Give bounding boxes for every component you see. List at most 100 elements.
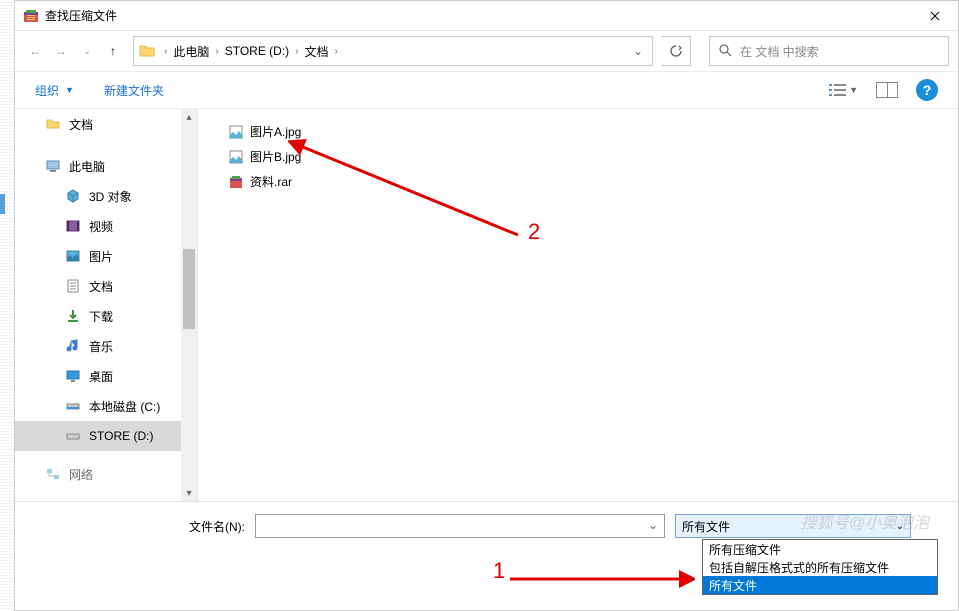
sidebar-item-documents[interactable]: 文档 bbox=[15, 271, 197, 301]
scroll-thumb[interactable] bbox=[183, 249, 195, 329]
sidebar-label: 文档 bbox=[69, 116, 93, 133]
sidebar-item-this-pc[interactable]: 此电脑 bbox=[15, 151, 197, 181]
refresh-button[interactable] bbox=[661, 36, 691, 66]
filetype-selected: 所有文件 bbox=[682, 518, 730, 535]
chevron-down-icon: ▼ bbox=[849, 85, 858, 95]
filetype-dropdown[interactable]: 所有压缩文件 包括自解压格式式的所有压缩文件 所有文件 bbox=[702, 539, 938, 595]
annotation-label-2: 2 bbox=[528, 219, 540, 245]
filetype-option-all[interactable]: 所有文件 bbox=[703, 576, 937, 594]
sidebar-item-pictures[interactable]: 图片 bbox=[15, 241, 197, 271]
sidebar-item-documents-quick[interactable]: 文档 bbox=[15, 109, 197, 139]
sidebar-item-network[interactable]: 网络 bbox=[15, 459, 197, 489]
sidebar-item-3d-objects[interactable]: 3D 对象 bbox=[15, 181, 197, 211]
nav-bar: ← → ⌄ ↑ › 此电脑 › STORE (D:) › 文档 › ⌄ 在 文档… bbox=[15, 31, 958, 71]
sidebar-item-videos[interactable]: 视频 bbox=[15, 211, 197, 241]
preview-pane-button[interactable] bbox=[876, 82, 898, 98]
image-icon bbox=[228, 149, 244, 165]
file-name: 图片B.jpg bbox=[250, 148, 301, 165]
sidebar-label: STORE (D:) bbox=[89, 429, 153, 443]
sidebar-scrollbar[interactable]: ▴ ▾ bbox=[181, 109, 197, 501]
organize-menu[interactable]: 组织 bbox=[35, 82, 59, 99]
up-button[interactable]: ↑ bbox=[101, 39, 125, 63]
sidebar-item-music[interactable]: 音乐 bbox=[15, 331, 197, 361]
annotation-label-1: 1 bbox=[493, 558, 505, 584]
doc-icon bbox=[65, 278, 81, 294]
cube-icon bbox=[65, 188, 81, 204]
forward-button[interactable]: → bbox=[49, 39, 73, 63]
sidebar-label: 桌面 bbox=[89, 368, 113, 385]
recent-dropdown[interactable]: ⌄ bbox=[75, 39, 99, 63]
music-icon bbox=[65, 338, 81, 354]
organize-chevron-icon: ▼ bbox=[65, 85, 74, 95]
sidebar-label: 音乐 bbox=[89, 338, 113, 355]
file-item-jpg-a[interactable]: 图片A.jpg bbox=[228, 119, 928, 144]
close-icon bbox=[930, 11, 940, 21]
sidebar-item-drive-d[interactable]: STORE (D:) bbox=[15, 421, 197, 451]
breadcrumb-sep: › bbox=[291, 46, 302, 57]
view-mode-button[interactable]: ▼ bbox=[829, 83, 858, 97]
sidebar-label: 视频 bbox=[89, 218, 113, 235]
help-button[interactable]: ? bbox=[916, 79, 938, 101]
search-placeholder: 在 文档 中搜索 bbox=[740, 43, 819, 60]
sidebar-label: 图片 bbox=[89, 248, 113, 265]
image-icon bbox=[228, 124, 244, 140]
sidebar-label: 本地磁盘 (C:) bbox=[89, 398, 160, 415]
filename-input[interactable]: ⌄ bbox=[255, 514, 665, 538]
back-button[interactable]: ← bbox=[23, 39, 47, 63]
search-input[interactable]: 在 文档 中搜索 bbox=[709, 36, 949, 66]
sidebar-label: 网络 bbox=[69, 466, 93, 483]
breadcrumb-sep: › bbox=[331, 46, 342, 57]
file-item-jpg-b[interactable]: 图片B.jpg bbox=[228, 144, 928, 169]
breadcrumb-folder[interactable]: 文档 bbox=[303, 43, 331, 60]
pc-icon bbox=[45, 158, 61, 174]
winrar-icon bbox=[23, 8, 39, 24]
left-accent bbox=[0, 194, 5, 214]
breadcrumb-drive[interactable]: STORE (D:) bbox=[223, 44, 291, 58]
dialog-title: 查找压缩文件 bbox=[45, 7, 912, 24]
sidebar-item-downloads[interactable]: 下载 bbox=[15, 301, 197, 331]
left-margin-deco bbox=[0, 0, 14, 611]
sidebar-label: 3D 对象 bbox=[89, 188, 132, 205]
new-folder-button[interactable]: 新建文件夹 bbox=[104, 82, 164, 99]
scroll-up-icon[interactable]: ▴ bbox=[181, 109, 197, 125]
filename-label: 文件名(N): bbox=[35, 518, 245, 535]
address-dropdown-icon[interactable]: ⌄ bbox=[628, 44, 648, 58]
network-icon bbox=[45, 466, 61, 482]
sidebar: 文档 此电脑 3D 对象 视频 图片 文档 bbox=[15, 109, 198, 501]
filetype-option-archives[interactable]: 所有压缩文件 bbox=[703, 540, 937, 558]
watermark: 搜狐号@小奥泡泡 bbox=[801, 509, 929, 533]
video-icon bbox=[65, 218, 81, 234]
folder-icon bbox=[138, 42, 156, 60]
desktop-icon bbox=[65, 368, 81, 384]
drive-icon bbox=[65, 398, 81, 414]
sidebar-label: 文档 bbox=[89, 278, 113, 295]
toolbar: 组织 ▼ 新建文件夹 ▼ ? bbox=[15, 71, 958, 109]
sidebar-item-desktop[interactable]: 桌面 bbox=[15, 361, 197, 391]
close-button[interactable] bbox=[912, 1, 958, 31]
breadcrumb-pc[interactable]: 此电脑 bbox=[171, 43, 211, 60]
sidebar-label: 下载 bbox=[89, 308, 113, 325]
sidebar-item-drive-c[interactable]: 本地磁盘 (C:) bbox=[15, 391, 197, 421]
drive-icon bbox=[65, 428, 81, 444]
file-name: 资料.rar bbox=[250, 173, 292, 190]
annotation-arrow-1 bbox=[505, 564, 695, 594]
rar-icon bbox=[228, 174, 244, 190]
file-item-rar[interactable]: 资料.rar bbox=[228, 169, 928, 194]
picture-icon bbox=[65, 248, 81, 264]
sidebar-label: 此电脑 bbox=[69, 158, 105, 175]
folder-icon bbox=[45, 116, 61, 132]
address-bar[interactable]: › 此电脑 › STORE (D:) › 文档 › ⌄ bbox=[133, 36, 653, 66]
breadcrumb-sep: › bbox=[160, 46, 171, 57]
scroll-down-icon[interactable]: ▾ bbox=[181, 485, 197, 501]
title-bar: 查找压缩文件 bbox=[15, 1, 958, 31]
chevron-down-icon[interactable]: ⌄ bbox=[648, 518, 658, 532]
file-name: 图片A.jpg bbox=[250, 123, 301, 140]
file-list[interactable]: 图片A.jpg 图片B.jpg 资料.rar 2 bbox=[198, 109, 958, 501]
search-icon bbox=[718, 43, 732, 60]
refresh-icon bbox=[669, 44, 683, 58]
body-area: 文档 此电脑 3D 对象 视频 图片 文档 bbox=[15, 109, 958, 501]
filetype-option-sfx[interactable]: 包括自解压格式式的所有压缩文件 bbox=[703, 558, 937, 576]
download-icon bbox=[65, 308, 81, 324]
breadcrumb-sep: › bbox=[211, 46, 222, 57]
view-icon bbox=[829, 83, 847, 97]
